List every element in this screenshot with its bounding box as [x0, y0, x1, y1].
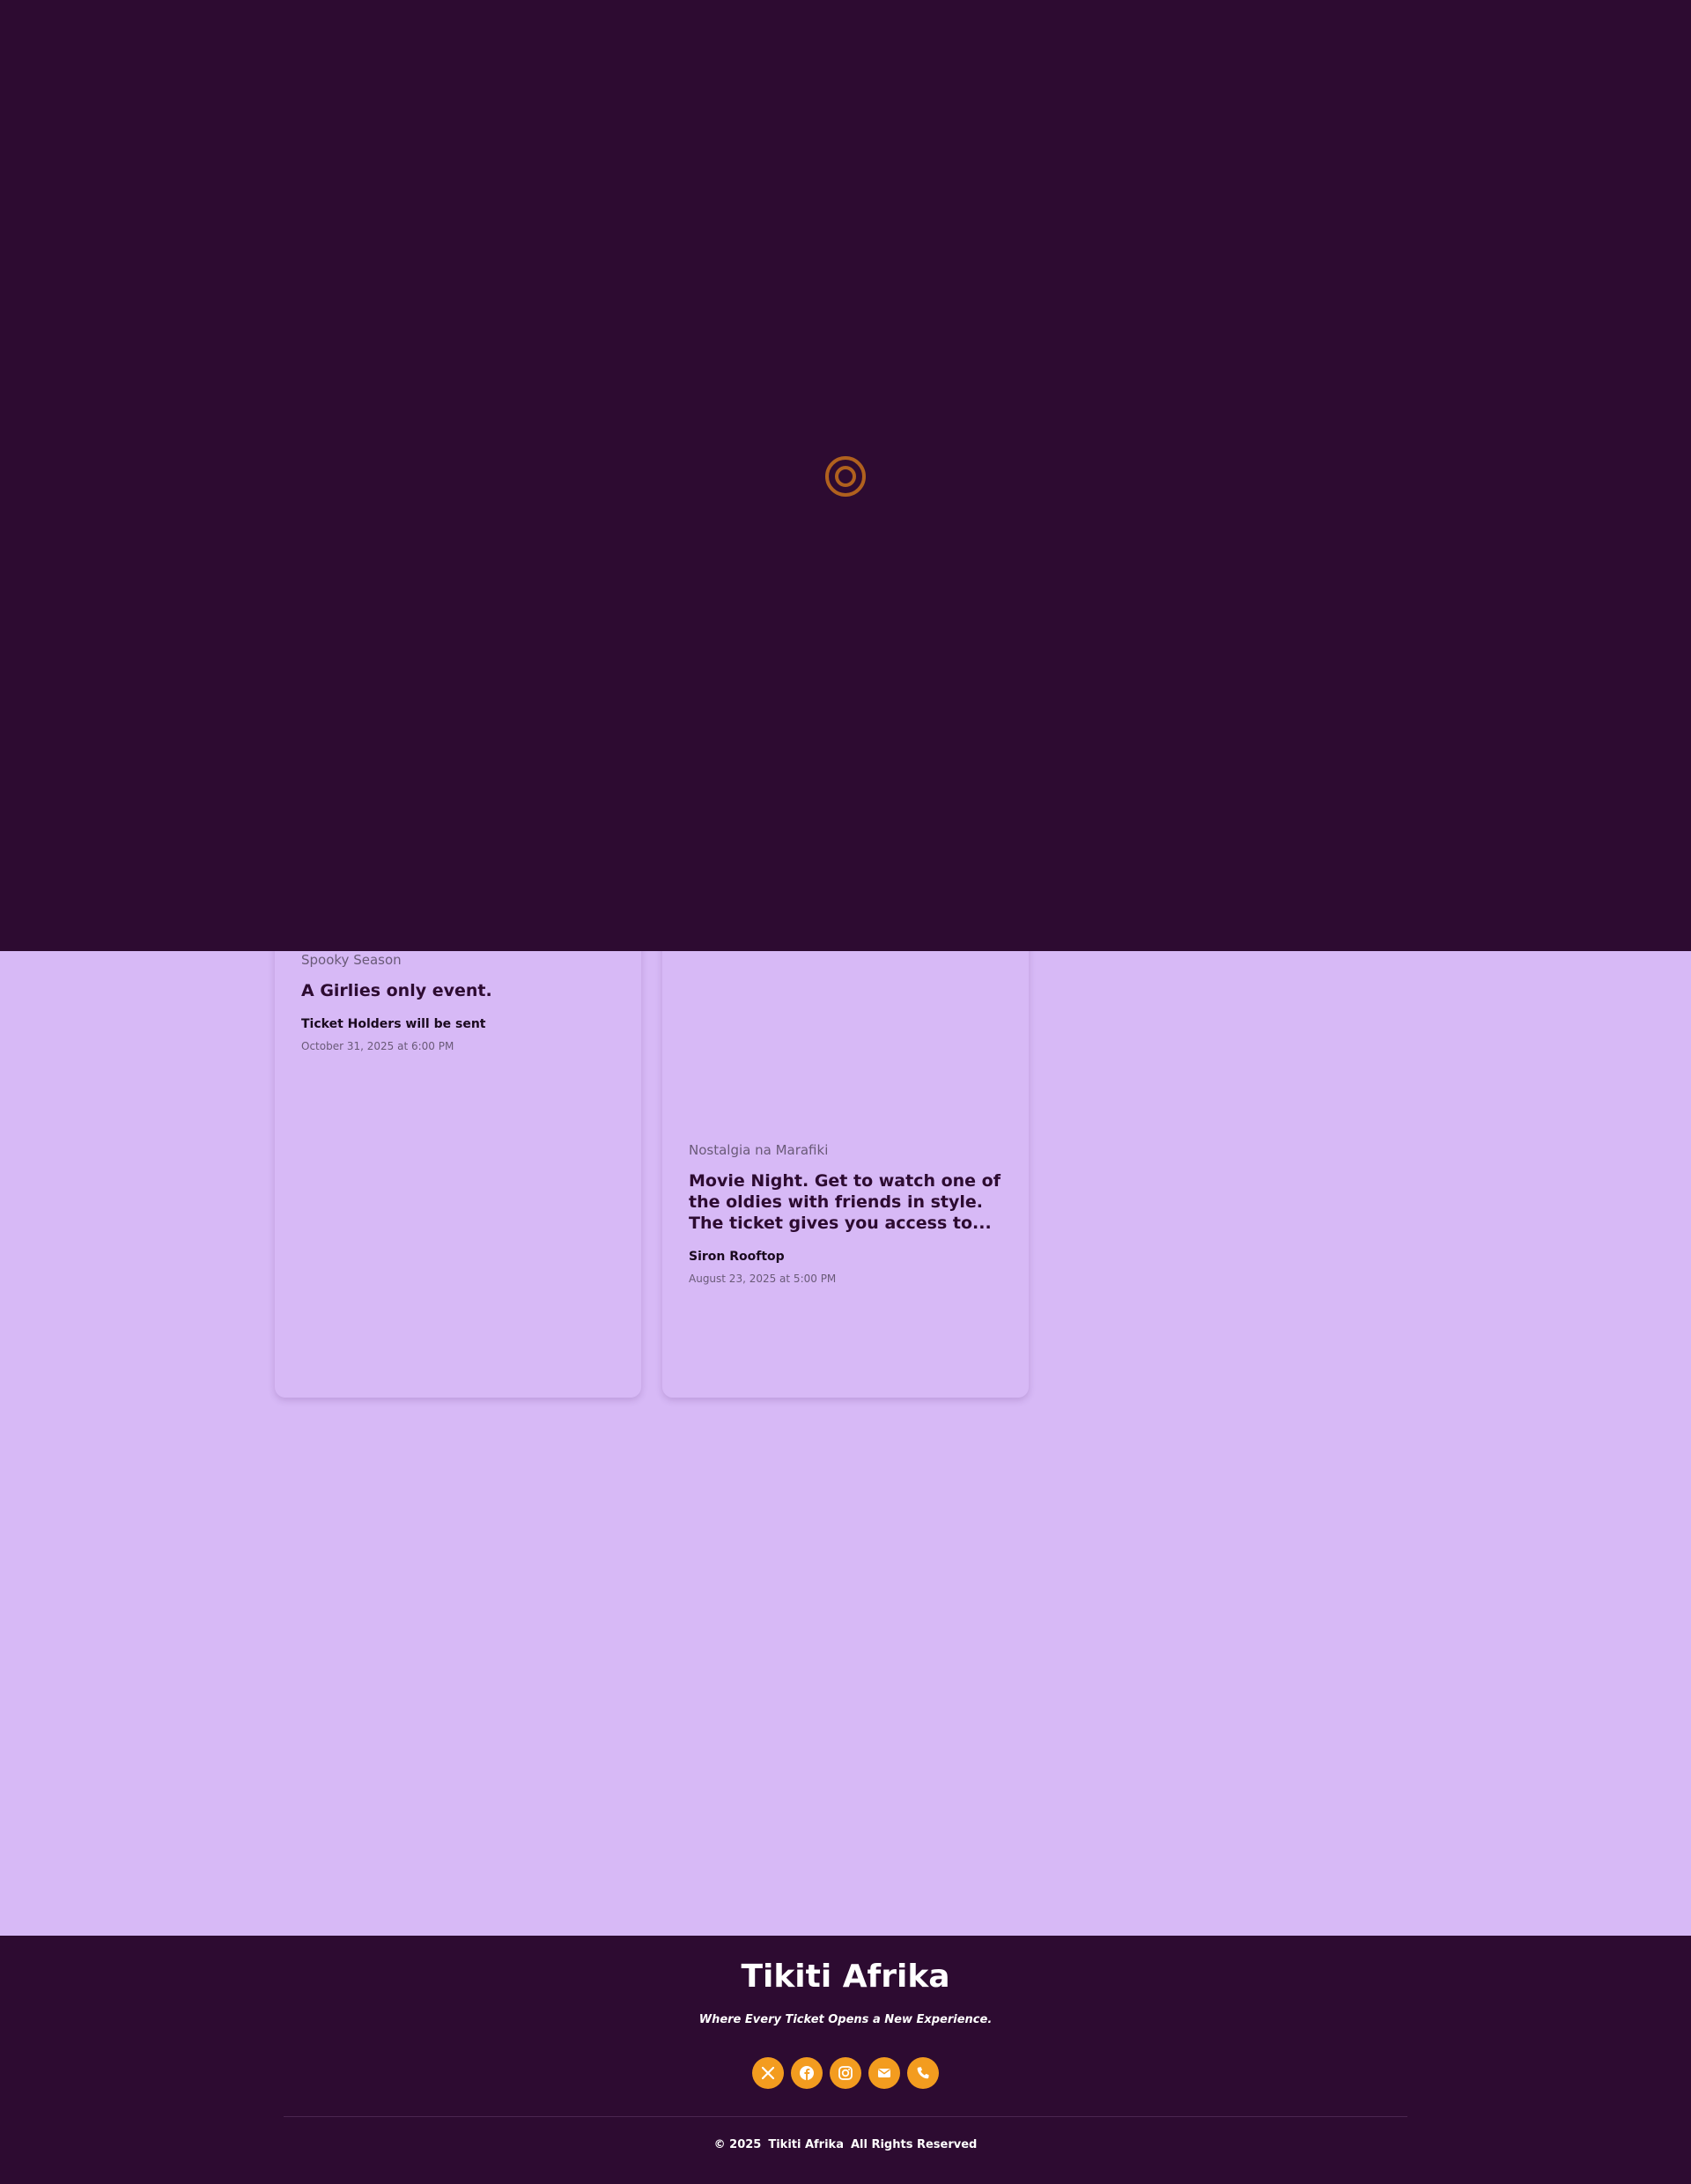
event-card-body: Spooky Season A Girlies only event. Tick…	[301, 952, 615, 1052]
instagram-link[interactable]	[830, 2057, 861, 2089]
event-title[interactable]: A Girlies only event.	[301, 980, 615, 1001]
event-category: Spooky Season	[301, 952, 402, 968]
x-icon	[761, 2066, 775, 2080]
footer-divider	[284, 2116, 1407, 2117]
copyright-brand: Tikiti Afrika	[768, 2138, 844, 2151]
footer-tagline: Where Every Ticket Opens a New Experienc…	[698, 2013, 993, 2026]
copyright-rights: All Rights Reserved	[850, 2138, 978, 2151]
event-date: August 23, 2025 at 5:00 PM	[689, 1273, 837, 1285]
event-card-body: Nostalgia na Marafiki Movie Night. Get t…	[689, 1142, 1002, 1285]
phone-link[interactable]	[907, 2057, 939, 2089]
footer-brand[interactable]: Tikiti Afrika	[0, 1959, 1691, 1995]
event-card[interactable]: Nostalgia na Marafiki Movie Night. Get t…	[662, 881, 1029, 1398]
event-date: October 31, 2025 at 6:00 PM	[301, 1040, 454, 1052]
phone-icon	[915, 2065, 931, 2081]
email-link[interactable]	[868, 2057, 900, 2089]
facebook-icon	[799, 2065, 815, 2081]
loading-spinner-icon	[825, 456, 866, 497]
instagram-icon	[838, 2065, 853, 2081]
event-venue: Ticket Holders will be sent	[301, 1017, 486, 1031]
event-venue: Siron Rooftop	[689, 1250, 785, 1264]
x-link[interactable]	[752, 2057, 784, 2089]
event-card[interactable]: Spooky Season A Girlies only event. Tick…	[275, 881, 641, 1398]
facebook-link[interactable]	[791, 2057, 823, 2089]
event-category: Nostalgia na Marafiki	[689, 1142, 829, 1158]
loading-overlay	[0, 0, 1691, 951]
site-footer: Tikiti Afrika Where Every Ticket Opens a…	[0, 1936, 1691, 2184]
social-links	[0, 2057, 1691, 2089]
copyright: © 2025 Tikiti Afrika All Rights Reserved	[0, 2138, 1691, 2151]
event-title[interactable]: Movie Night. Get to watch one of the old…	[689, 1170, 1002, 1234]
mail-icon	[876, 2065, 892, 2081]
copyright-year: © 2025	[713, 2138, 762, 2151]
